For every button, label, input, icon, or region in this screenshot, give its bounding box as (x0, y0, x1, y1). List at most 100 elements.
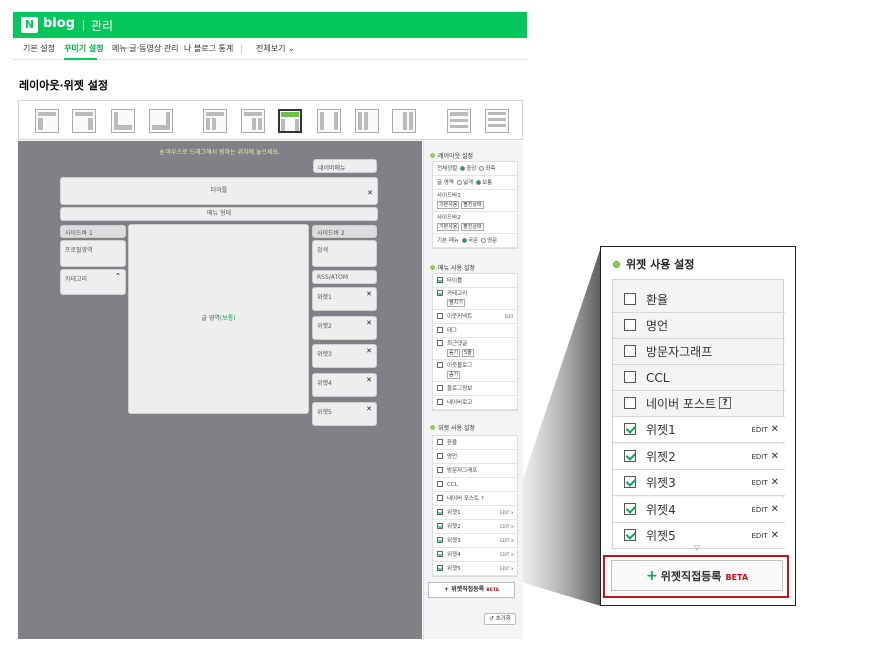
width-normal-radio[interactable] (476, 180, 482, 185)
edit-link[interactable]: EDIT ✕ (751, 497, 779, 523)
add-widget-button-small[interactable]: + 위젯직접등록 BETA (428, 582, 515, 598)
close-icon[interactable]: ✕ (366, 376, 372, 384)
layout-option-10[interactable] (392, 109, 416, 133)
search-block[interactable]: 검색 (312, 240, 377, 267)
menu-item-neighbor-blog[interactable]: 이웃블로그 숨기 (433, 360, 517, 382)
zoom-widget-4[interactable]: 위젯4 EDIT ✕ (613, 497, 785, 523)
close-icon[interactable]: ✕ (771, 477, 779, 488)
checkbox[interactable] (624, 502, 636, 515)
blog-brand[interactable]: blog (43, 16, 75, 31)
edit-link[interactable]: EDIT ✕ (500, 548, 514, 562)
zoom-widget-naver-post[interactable]: 네이버 포스트? (613, 391, 785, 417)
menu-ko-radio[interactable] (462, 238, 467, 243)
widget4-block[interactable]: 위젯4 ✕ (312, 373, 377, 397)
sb2-use-select[interactable]: 기본사용 (437, 223, 460, 231)
widget-row[interactable]: 위젯1 EDIT ✕ (433, 506, 517, 520)
layout-option-9[interactable] (355, 109, 379, 133)
widget-row[interactable]: 위젯3 EDIT ✕ (433, 534, 517, 548)
close-icon[interactable]: ✕ (771, 504, 779, 515)
checkbox[interactable] (624, 396, 636, 409)
widget-row[interactable]: 위젯2 EDIT ✕ (433, 520, 517, 534)
sb2-state-select[interactable]: 펼친상태 (461, 223, 484, 231)
profile-block[interactable]: 프로필영역 (60, 240, 126, 267)
menu-item-neighbor[interactable]: 이웃커넥트 EDIT (433, 310, 517, 324)
widget-row[interactable]: CCL (433, 478, 517, 492)
layout-option-1[interactable] (35, 109, 59, 133)
checkbox[interactable] (437, 339, 443, 346)
menu-item-blog-info[interactable]: 블로그정보 (433, 382, 517, 396)
checkbox[interactable] (437, 522, 443, 529)
nav-content-manage[interactable]: 메뉴·글·동영상 관리 (112, 43, 179, 54)
close-icon[interactable]: ✕ (771, 451, 779, 462)
edit-link[interactable]: EDIT ✕ (500, 520, 514, 534)
layout-option-4[interactable] (149, 109, 173, 133)
nav-view-all[interactable]: 전체보기 ⌄ (256, 43, 295, 54)
edit-link[interactable]: EDIT ✕ (500, 506, 514, 520)
close-icon[interactable]: ✕ (771, 530, 779, 541)
close-icon[interactable]: ✕ (366, 290, 372, 298)
close-icon[interactable]: ✕ (511, 510, 514, 515)
edit-link[interactable]: EDIT ✕ (500, 534, 514, 548)
menu-item-category[interactable]: 카테고리 펼치기 (433, 288, 517, 310)
checkbox[interactable] (437, 438, 443, 445)
zoom-widget-visitor-graph[interactable]: 방문자그래프 (613, 339, 785, 365)
layout-option-5[interactable] (203, 109, 227, 133)
close-icon[interactable]: ✕ (511, 524, 514, 529)
widget-row[interactable]: 방문자그래프 (433, 464, 517, 478)
zoom-widget-ccl[interactable]: CCL (613, 365, 785, 391)
checkbox[interactable] (437, 550, 443, 557)
menu-en-radio[interactable] (481, 238, 487, 243)
edit-link[interactable]: EDIT ✕ (751, 444, 779, 470)
widget-row[interactable]: 네이버 포스트 ? (433, 492, 517, 506)
widget-row[interactable]: 위젯4 EDIT ✕ (433, 548, 517, 562)
collapse-icon[interactable]: ⌃ (115, 272, 121, 280)
category-expand-select[interactable]: 펼치기 (447, 299, 465, 307)
checkbox[interactable] (437, 361, 443, 368)
checkbox[interactable] (624, 475, 636, 488)
close-icon[interactable]: ✕ (511, 538, 514, 543)
checkbox[interactable] (624, 449, 636, 462)
checkbox[interactable] (437, 276, 443, 283)
edit-link[interactable]: EDIT (505, 310, 514, 324)
scroll-down-icon[interactable]: ▽ (694, 543, 700, 552)
layout-option-12[interactable] (485, 109, 509, 133)
recent-visibility-select[interactable]: 숨기 (447, 349, 461, 357)
checkbox[interactable] (624, 318, 636, 331)
nav-basic-settings[interactable]: 기본 설정 (23, 43, 55, 54)
zoom-widget-3[interactable]: 위젯3 EDIT ✕ (613, 470, 785, 496)
rss-block[interactable]: RSS/ATOM (312, 270, 377, 284)
menu-block[interactable]: 메뉴 형태 (60, 207, 378, 221)
manage-label[interactable]: 관리 (91, 17, 113, 34)
layout-option-11[interactable] (447, 109, 471, 133)
checkbox[interactable] (624, 422, 636, 435)
widget-row[interactable]: 명언 (433, 450, 517, 464)
checkbox[interactable] (437, 312, 443, 319)
menu-item-recent[interactable]: 최근댓글 숨기 5줄 (433, 338, 517, 360)
checkbox[interactable] (437, 466, 443, 473)
menu-item-title[interactable]: 타이틀 (433, 274, 517, 288)
checkbox[interactable] (437, 289, 443, 296)
checkbox[interactable] (437, 536, 443, 543)
checkbox[interactable] (624, 528, 636, 541)
checkbox[interactable] (437, 326, 443, 333)
close-icon[interactable]: ✕ (366, 319, 372, 327)
neighbor-visibility-select[interactable]: 숨기 (447, 371, 461, 379)
close-icon[interactable]: ✕ (367, 180, 373, 206)
checkbox[interactable] (437, 564, 443, 571)
edit-link[interactable]: EDIT ✕ (500, 562, 514, 576)
close-icon[interactable]: ✕ (366, 347, 372, 355)
naver-logo-icon[interactable]: N (21, 17, 38, 33)
widget5-block[interactable]: 위젯5 ✕ (312, 402, 377, 426)
title-block[interactable]: 타이틀 ✕ (60, 177, 378, 205)
checkbox[interactable] (624, 344, 636, 357)
zoom-widget-exchange[interactable]: 환율 (613, 287, 785, 313)
close-icon[interactable]: ✕ (511, 566, 514, 571)
widget2-block[interactable]: 위젯2 ✕ (312, 316, 377, 340)
zoom-widget-1[interactable]: 위젯1 EDIT ✕ (613, 417, 785, 443)
checkbox[interactable] (437, 480, 443, 487)
zoom-widget-2[interactable]: 위젯2 EDIT ✕ (613, 444, 785, 470)
edit-link[interactable]: EDIT ✕ (751, 523, 779, 549)
help-icon[interactable]: ? (719, 396, 732, 409)
widget-row[interactable]: 환율 (433, 436, 517, 450)
recent-lines-select[interactable]: 5줄 (461, 349, 474, 357)
